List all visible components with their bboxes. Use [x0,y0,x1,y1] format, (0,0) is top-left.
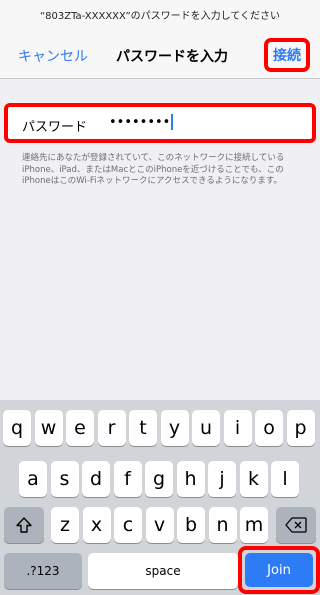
key-b[interactable]: b [177,507,205,543]
key-f[interactable]: f [113,461,142,497]
key-p[interactable]: p [286,410,315,446]
password-masked-value: •••••••• [109,114,171,130]
key-j[interactable]: j [208,461,236,497]
delete-key[interactable] [276,507,316,543]
key-c[interactable]: c [114,507,142,543]
key-o[interactable]: o [255,410,283,446]
key-d[interactable]: d [82,461,110,497]
key-t[interactable]: t [129,410,157,446]
key-m[interactable]: m [240,507,268,543]
password-label: パスワード [22,120,88,135]
navigation-bar: キャンセル パスワードを入力 接続 [0,34,320,79]
key-x[interactable]: x [82,507,111,543]
backspace-icon [285,517,307,533]
key-w[interactable]: w [34,410,63,446]
shift-icon [15,516,33,534]
key-z[interactable]: z [51,507,79,543]
key-a[interactable]: a [19,461,47,497]
connect-button-highlight: 接続 [264,38,310,72]
key-i[interactable]: i [223,410,252,446]
key-e[interactable]: e [66,410,94,446]
password-field-row[interactable]: パスワード •••••••• [4,103,316,143]
password-prompt-text: “803ZTa-XXXXXX”のパスワードを入力してください [0,0,320,34]
key-k[interactable]: k [239,461,268,497]
page-title: パスワードを入力 [116,49,228,65]
password-input[interactable]: •••••••• [109,114,174,130]
key-r[interactable]: r [97,410,126,446]
connect-button[interactable]: 接続 [273,45,301,65]
key-u[interactable]: u [192,410,220,446]
key-l[interactable]: l [271,461,299,497]
key-s[interactable]: s [50,461,79,497]
numbers-key[interactable]: .?123 [4,553,82,589]
wifi-sharing-description: 連絡先にあなたが登録されていて、このネットワークに接続しているiPhone、iP… [22,153,285,186]
space-key[interactable]: space [88,553,238,589]
key-g[interactable]: g [145,461,173,497]
text-cursor [171,114,174,130]
cancel-button[interactable]: キャンセル [18,46,88,66]
key-v[interactable]: v [145,507,174,543]
shift-key[interactable] [4,507,44,543]
key-h[interactable]: h [176,461,205,497]
join-key[interactable]: Join [245,553,313,587]
join-key-highlight: Join [238,546,320,594]
key-y[interactable]: y [160,410,189,446]
key-q[interactable]: q [3,410,31,446]
key-n[interactable]: n [208,507,237,543]
